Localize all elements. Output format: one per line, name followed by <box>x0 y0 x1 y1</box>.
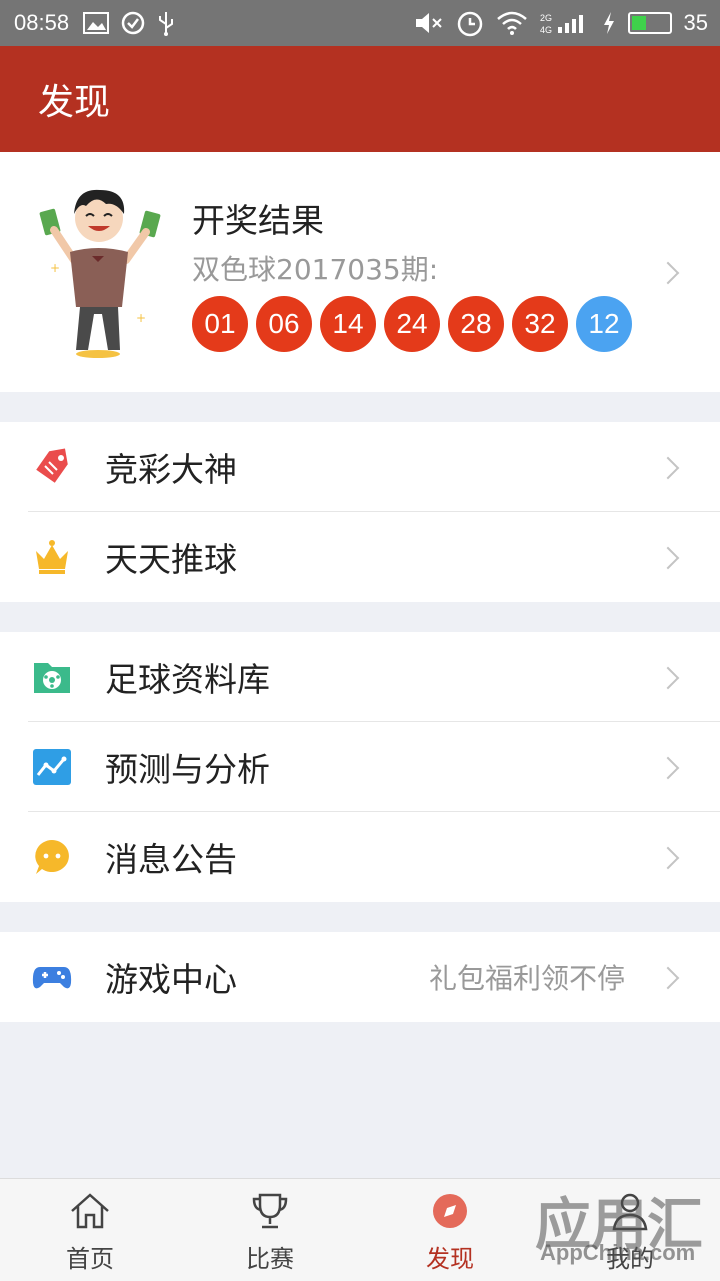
battery-icon <box>627 12 672 34</box>
svg-text:2G: 2G <box>540 13 552 23</box>
chat-bubble-icon <box>35 840 69 874</box>
menu-item-label: 预测与分析 <box>105 750 270 789</box>
home-icon <box>71 1193 109 1229</box>
blue-ball: 12 <box>576 296 632 352</box>
tab-label: 发现 <box>426 1245 474 1273</box>
menu-section-3: 游戏中心 礼包福利领不停 <box>0 932 720 1022</box>
tab-home[interactable]: 首页 <box>0 1179 180 1281</box>
menu-item-announcements[interactable]: 消息公告 <box>0 812 720 902</box>
menu-item-label: 天天推球 <box>105 540 237 579</box>
wifi-icon <box>496 11 527 35</box>
watermark-url: AppChina.com <box>540 1240 696 1265</box>
menu-section-2: 足球资料库 预测与分析 消息公告 <box>0 632 720 902</box>
svg-text:+: + <box>50 261 60 275</box>
chevron-right-icon <box>656 666 680 690</box>
crown-icon <box>36 540 68 574</box>
image-icon <box>83 12 110 34</box>
game-center-promo-text: 礼包福利领不停 <box>428 962 625 995</box>
tab-label: 首页 <box>66 1245 114 1273</box>
menu-item-label: 消息公告 <box>105 840 237 879</box>
chevron-right-icon <box>656 546 680 570</box>
red-ball: 24 <box>384 296 440 352</box>
lottery-balls: 01 06 14 24 28 32 12 <box>192 296 632 352</box>
menu-item-label: 竞彩大神 <box>105 450 237 489</box>
red-ball: 28 <box>448 296 504 352</box>
svg-text:4G: 4G <box>540 25 552 35</box>
lottery-title: 开奖结果 <box>192 201 324 240</box>
status-bar: 08:58 2G 4G 35 <box>0 0 720 46</box>
lottery-issue: 双色球2017035期: <box>192 253 439 286</box>
chevron-right-icon <box>656 846 680 870</box>
mascot-illustration: + + <box>39 189 161 358</box>
gamepad-icon <box>32 967 72 989</box>
discover-icon <box>433 1194 467 1228</box>
menu-item-game-center[interactable]: 游戏中心 礼包福利领不停 <box>0 932 720 1022</box>
chevron-right-icon <box>656 456 680 480</box>
trophy-icon <box>252 1193 288 1229</box>
menu-section-1: 竞彩大神 天天推球 <box>0 422 720 602</box>
usb-icon <box>159 12 174 36</box>
menu-item-tiantian-tuiqiu[interactable]: 天天推球 <box>0 512 720 602</box>
red-ball: 14 <box>320 296 376 352</box>
chevron-right-icon <box>656 261 680 285</box>
svg-text:+: + <box>136 311 146 325</box>
lottery-result-card[interactable]: + + 开奖结果 双色球2017035期: 01 06 14 24 28 32 … <box>0 152 720 392</box>
alarm-icon <box>457 11 482 37</box>
page-title: 发现 <box>38 82 111 123</box>
menu-item-label: 足球资料库 <box>105 660 270 699</box>
chevron-right-icon <box>656 756 680 780</box>
tab-label: 比赛 <box>246 1245 294 1273</box>
red-ball: 32 <box>512 296 568 352</box>
battery-level: 35 <box>683 10 708 35</box>
charging-icon <box>603 12 614 34</box>
tab-matches[interactable]: 比赛 <box>180 1179 360 1281</box>
chevron-right-icon <box>656 966 680 990</box>
folder-soccer-icon <box>34 663 70 693</box>
check-circle-icon <box>121 11 145 35</box>
chart-icon <box>33 749 71 785</box>
signal-icon: 2G4G <box>540 13 583 35</box>
tag-icon <box>36 448 68 483</box>
red-ball: 01 <box>192 296 248 352</box>
menu-item-prediction-analysis[interactable]: 预测与分析 <box>0 722 720 812</box>
status-time: 08:58 <box>14 10 70 35</box>
tab-discover[interactable]: 发现 <box>360 1179 540 1281</box>
menu-item-jingcai-dashen[interactable]: 竞彩大神 <box>0 422 720 512</box>
mute-icon <box>415 13 442 33</box>
menu-item-football-database[interactable]: 足球资料库 <box>0 632 720 722</box>
menu-item-label: 游戏中心 <box>105 960 237 999</box>
red-ball: 06 <box>256 296 312 352</box>
app-header: 发现 <box>0 46 720 152</box>
